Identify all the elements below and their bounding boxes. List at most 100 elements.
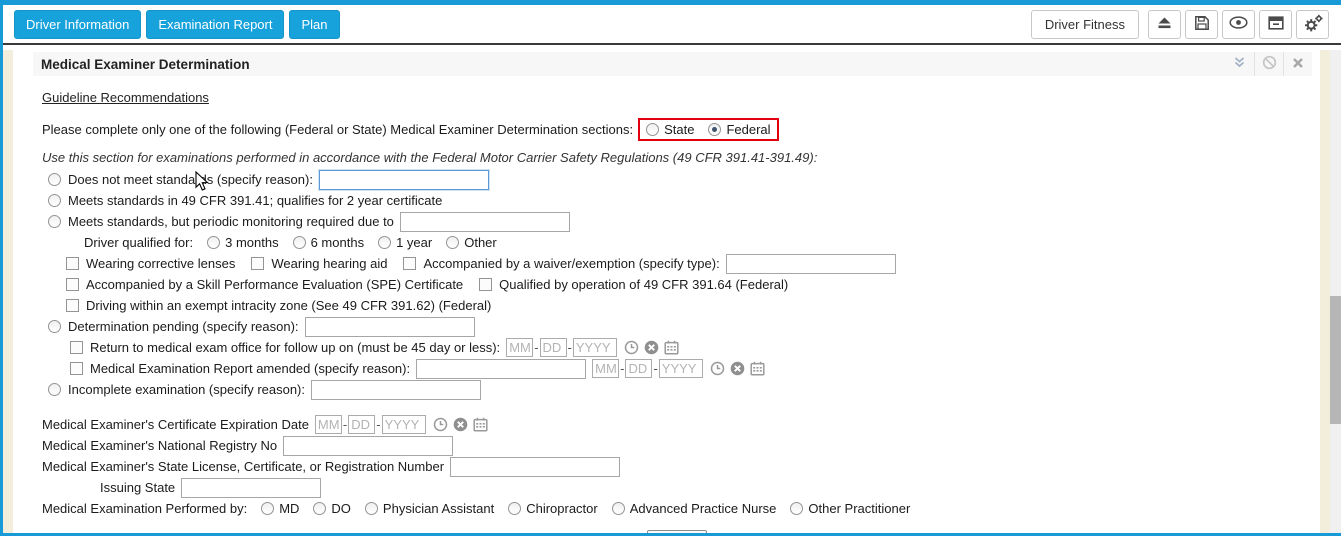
hearing-aid-checkbox[interactable] bbox=[251, 257, 265, 270]
page-title: Medical Examiner Determination bbox=[41, 56, 250, 72]
report-amended-reason-input[interactable] bbox=[416, 358, 587, 379]
close-section-button[interactable] bbox=[1283, 52, 1312, 76]
clear-date-icon[interactable] bbox=[730, 361, 745, 376]
other-practitioner-radio[interactable] bbox=[790, 502, 804, 515]
qualified-other-label: Other bbox=[464, 235, 497, 250]
spe-certificate-checkbox[interactable] bbox=[66, 278, 79, 291]
periodic-monitoring-reason-input[interactable] bbox=[399, 211, 570, 232]
qualified-6-months-radio[interactable] bbox=[292, 236, 306, 249]
waiver-type-input[interactable] bbox=[725, 253, 896, 274]
performed-by-pa-group: Physician Assistant bbox=[364, 501, 495, 516]
physician-assistant-label: Physician Assistant bbox=[382, 501, 495, 516]
waiver-exemption-checkbox[interactable] bbox=[403, 257, 417, 270]
amended-month-input[interactable] bbox=[592, 359, 620, 378]
federal-radio[interactable] bbox=[708, 123, 722, 136]
federal-radio-label: Federal bbox=[726, 122, 771, 137]
qualified-6-months-group: 6 months bbox=[292, 235, 365, 250]
incomplete-reason-input[interactable] bbox=[311, 379, 482, 400]
cert-expiration-date-group: - - bbox=[314, 415, 426, 434]
performed-by-other-group: Other Practitioner bbox=[790, 501, 910, 516]
time-picker-icon[interactable] bbox=[433, 417, 448, 432]
state-radio-group: State bbox=[646, 122, 694, 137]
cert-day-input[interactable] bbox=[348, 415, 376, 434]
archive-button[interactable] bbox=[1259, 9, 1292, 39]
does-not-meet-reason-input[interactable] bbox=[317, 168, 490, 191]
tab-examination-report[interactable]: Examination Report bbox=[146, 9, 285, 39]
vertical-scrollbar[interactable] bbox=[1330, 50, 1341, 533]
qualified-3-months-group: 3 months bbox=[207, 235, 279, 250]
clear-date-icon[interactable] bbox=[453, 417, 468, 432]
md-radio[interactable] bbox=[261, 502, 275, 515]
meets-standards-radio[interactable] bbox=[48, 194, 61, 207]
next-button[interactable]: Next bbox=[646, 530, 708, 533]
return-follow-up-label: Return to medical exam office for follow… bbox=[90, 340, 501, 355]
save-button[interactable] bbox=[1185, 9, 1218, 39]
qualified-1-year-radio[interactable] bbox=[378, 236, 392, 249]
follow-up-day-input[interactable] bbox=[539, 338, 567, 357]
do-label: DO bbox=[331, 501, 351, 516]
date-separator: - bbox=[620, 361, 625, 376]
md-label: MD bbox=[279, 501, 300, 516]
state-license-label: Medical Examiner's State License, Certif… bbox=[42, 459, 445, 474]
determination-pending-radio[interactable] bbox=[48, 320, 61, 333]
issuing-state-label: Issuing State bbox=[100, 480, 176, 495]
periodic-monitoring-radio[interactable] bbox=[48, 215, 61, 228]
do-radio[interactable] bbox=[313, 502, 327, 515]
time-picker-icon[interactable] bbox=[710, 361, 725, 376]
physician-assistant-radio[interactable] bbox=[364, 502, 378, 515]
issuing-state-input[interactable] bbox=[181, 477, 322, 498]
national-registry-input[interactable] bbox=[283, 435, 454, 456]
follow-up-year-input[interactable] bbox=[572, 338, 617, 357]
amended-day-input[interactable] bbox=[625, 359, 653, 378]
toolbar-divider bbox=[3, 43, 1341, 45]
app-window: Driver Information Examination Report Pl… bbox=[0, 0, 1341, 536]
return-follow-up-checkbox[interactable] bbox=[70, 341, 83, 354]
corrective-lenses-label: Wearing corrective lenses bbox=[86, 256, 236, 271]
settings-button[interactable] bbox=[1296, 9, 1329, 39]
cert-year-input[interactable] bbox=[381, 415, 426, 434]
cert-month-input[interactable] bbox=[314, 415, 342, 434]
tab-plan[interactable]: Plan bbox=[289, 9, 340, 39]
qualified-3-months-label: 3 months bbox=[225, 235, 279, 250]
left-margin-strip bbox=[3, 50, 13, 533]
driver-qualified-for-label: Driver qualified for: bbox=[84, 235, 194, 250]
report-amended-checkbox[interactable] bbox=[70, 362, 83, 375]
driver-fitness-button[interactable]: Driver Fitness bbox=[1030, 9, 1139, 39]
determination-pending-label: Determination pending (specify reason): bbox=[68, 319, 299, 334]
qualified-391-64-checkbox[interactable] bbox=[479, 278, 493, 291]
qualified-3-months-radio[interactable] bbox=[207, 236, 221, 249]
qualified-6-months-label: 6 months bbox=[310, 235, 365, 250]
follow-up-date-group: - - bbox=[506, 338, 617, 357]
scrollbar-thumb[interactable] bbox=[1330, 296, 1341, 424]
calendar-icon[interactable] bbox=[664, 340, 679, 355]
performed-by-do-group: DO bbox=[313, 501, 351, 516]
does-not-meet-radio[interactable] bbox=[48, 173, 61, 186]
guideline-recommendations-link[interactable]: Guideline Recommendations bbox=[42, 90, 209, 105]
calendar-icon[interactable] bbox=[473, 417, 488, 432]
tab-driver-information[interactable]: Driver Information bbox=[14, 9, 142, 39]
state-license-input[interactable] bbox=[450, 456, 621, 477]
incomplete-examination-radio[interactable] bbox=[48, 383, 61, 396]
clear-date-icon[interactable] bbox=[644, 340, 659, 355]
calendar-icon[interactable] bbox=[750, 361, 765, 376]
qualified-other-radio[interactable] bbox=[446, 236, 460, 249]
time-picker-icon[interactable] bbox=[624, 340, 639, 355]
federal-determination-form: Guideline Recommendations Please complet… bbox=[33, 76, 1312, 533]
section-header: Medical Examiner Determination bbox=[33, 52, 1312, 76]
follow-up-month-input[interactable] bbox=[506, 338, 534, 357]
federal-instructions-text: Use this section for examinations perfor… bbox=[42, 150, 818, 165]
exempt-intracity-checkbox[interactable] bbox=[66, 299, 79, 312]
collapse-section-button[interactable] bbox=[1225, 52, 1254, 76]
disable-section-button[interactable] bbox=[1254, 52, 1283, 76]
chiropractor-radio[interactable] bbox=[508, 502, 522, 515]
date-separator: - bbox=[534, 340, 539, 355]
state-radio[interactable] bbox=[646, 123, 660, 136]
cert-expiration-label: Medical Examiner's Certificate Expiratio… bbox=[42, 417, 309, 432]
determination-pending-reason-input[interactable] bbox=[304, 316, 475, 337]
corrective-lenses-checkbox[interactable] bbox=[66, 257, 79, 270]
eject-button[interactable] bbox=[1148, 9, 1181, 39]
advanced-practice-nurse-radio[interactable] bbox=[611, 502, 625, 515]
preview-button[interactable] bbox=[1222, 9, 1255, 39]
incomplete-examination-label: Incomplete examination (specify reason): bbox=[68, 382, 306, 397]
amended-year-input[interactable] bbox=[658, 359, 703, 378]
